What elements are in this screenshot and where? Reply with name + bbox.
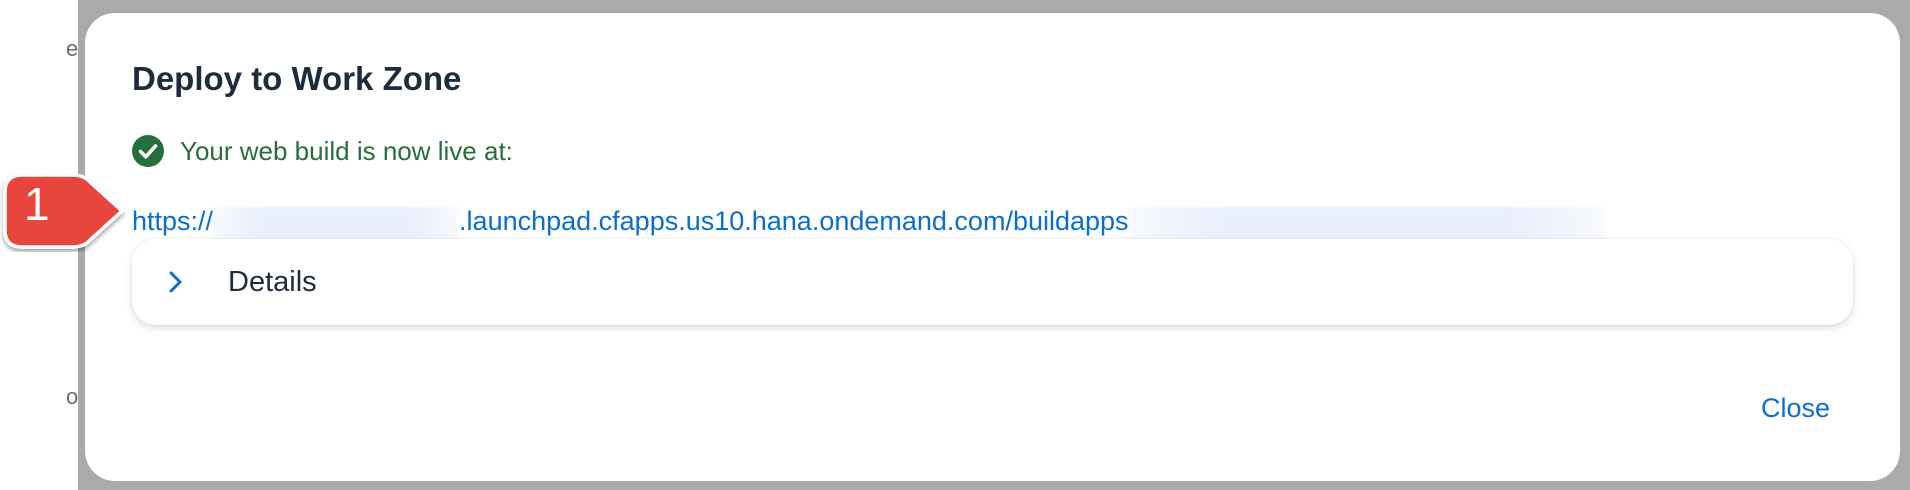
- redacted-region: [213, 206, 460, 239]
- url-prefix: https://: [132, 206, 214, 236]
- chevron-right-icon: [169, 271, 182, 293]
- url-domain-path: .launchpad.cfapps.us10.hana.ondemand.com…: [459, 206, 1129, 236]
- background-text-fragment: o: [66, 384, 79, 409]
- callout-marker: [3, 173, 125, 249]
- callout-number: 1: [24, 178, 50, 230]
- details-expander[interactable]: Details: [132, 239, 1853, 325]
- dialog-title: Deploy to Work Zone: [132, 60, 462, 97]
- success-message-row: Your web build is now live at:: [132, 133, 513, 169]
- success-message: Your web build is now live at:: [180, 135, 513, 166]
- live-url-link[interactable]: https:// .launchpad.cfapps.us10.hana.onde…: [132, 206, 1604, 239]
- deploy-dialog: Deploy to Work Zone Your web build is no…: [85, 13, 1900, 481]
- redacted-region: [1128, 206, 1604, 239]
- check-circle-icon: [132, 135, 164, 167]
- details-label: Details: [228, 265, 317, 298]
- background-text-fragment: e: [66, 36, 79, 61]
- close-button[interactable]: Close: [1761, 393, 1830, 424]
